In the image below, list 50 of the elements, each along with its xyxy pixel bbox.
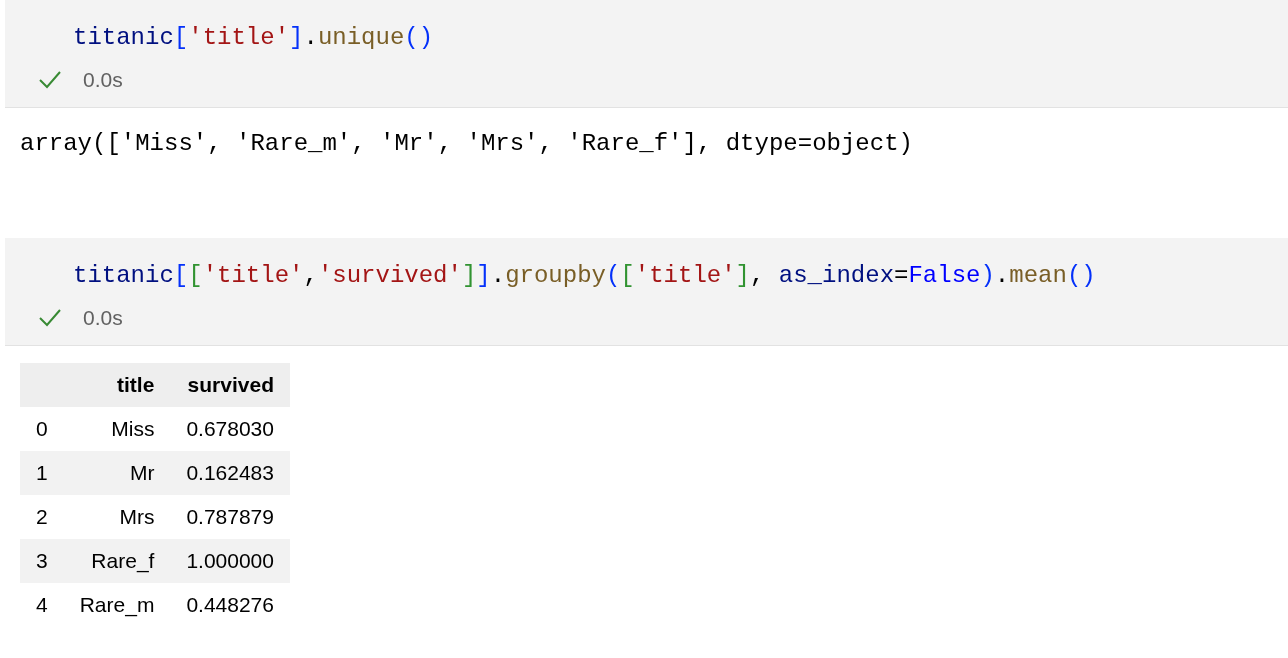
table-cell: Rare_f — [63, 539, 171, 583]
table-cell: Miss — [63, 407, 171, 451]
code-token: [ — [173, 262, 189, 289]
row-index: 2 — [20, 495, 64, 539]
code-token: titanic — [73, 24, 174, 51]
code-token: 'title' — [188, 24, 290, 51]
code-token: False — [908, 262, 981, 289]
code-token: () — [1066, 262, 1096, 289]
table-cell: Mr — [63, 451, 171, 495]
code-token: [ — [173, 24, 189, 51]
column-header: survived — [170, 363, 290, 407]
code-token: ] — [735, 262, 750, 289]
code-token: . — [994, 262, 1010, 289]
code-token: () — [404, 24, 434, 51]
code-cell[interactable]: titanic[['title','survived']].groupby(['title'], as_index=False).mean() 0.0s — [5, 238, 1288, 346]
table-cell: 0.787879 — [170, 495, 290, 539]
code-token: . — [303, 24, 318, 51]
code-token: as_index — [778, 262, 895, 289]
code-token: 'survived' — [317, 262, 462, 289]
code-cell[interactable]: titanic['title'].unique() 0.0s — [5, 0, 1288, 108]
table-cell: 1.000000 — [170, 539, 290, 583]
row-index: 1 — [20, 451, 64, 495]
row-index: 0 — [20, 407, 64, 451]
check-icon — [39, 309, 61, 327]
code-token: ] — [461, 262, 477, 289]
table-cell: 0.678030 — [170, 407, 290, 451]
code-token: , — [750, 262, 766, 289]
output-text: array(['Miss', 'Rare_m', 'Mr', 'Mrs', 'Rare_f'], dtype=object) — [20, 130, 913, 157]
code-token: , — [303, 262, 318, 289]
column-header: title — [63, 363, 171, 407]
code-token: titanic — [73, 262, 174, 289]
table-cell: 0.162483 — [170, 451, 290, 495]
code-token: [ — [188, 262, 203, 289]
code-token: ] — [289, 24, 304, 51]
code-token: ( — [605, 262, 621, 289]
code-token: 'title' — [202, 262, 304, 289]
execution-time: 0.0s — [83, 306, 123, 330]
code-token: . — [490, 262, 506, 289]
check-icon — [39, 71, 61, 89]
code-token: ) — [980, 262, 995, 289]
row-index: 3 — [20, 539, 64, 583]
code-token: [ — [620, 262, 635, 289]
code-token: unique — [317, 24, 405, 51]
code-token: mean — [1009, 262, 1067, 289]
code-token: = — [894, 262, 909, 289]
code-token: groupby — [505, 262, 606, 289]
table-cell: Mrs — [63, 495, 171, 539]
code-token: ] — [476, 262, 491, 289]
code-token: 'title' — [634, 262, 736, 289]
execution-time: 0.0s — [83, 68, 123, 92]
